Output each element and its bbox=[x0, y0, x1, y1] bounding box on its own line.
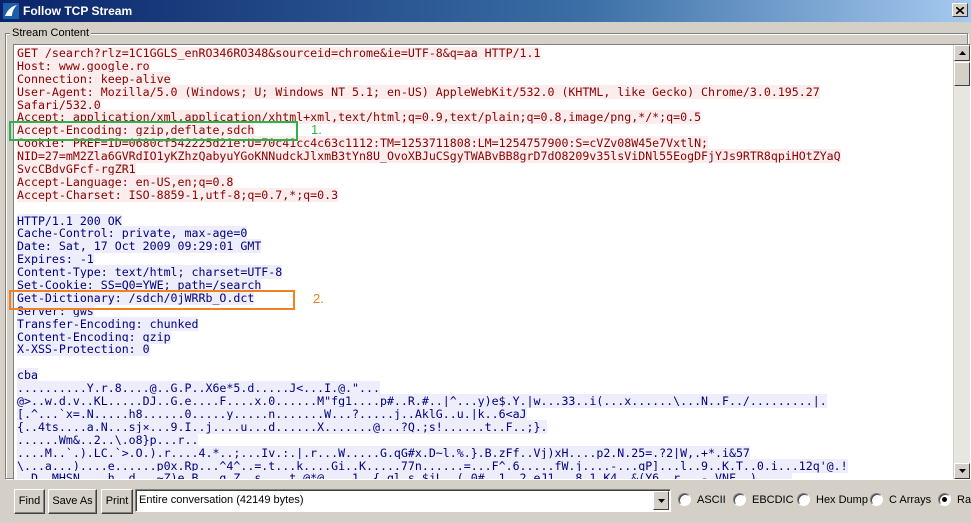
client-line: Host: www.google.ro bbox=[17, 58, 150, 73]
client-line: User-Agent: Mozilla/5.0 (Windows; U; Win… bbox=[17, 84, 820, 99]
conversation-select-value: Entire conversation (42149 bytes) bbox=[139, 494, 304, 506]
annotation-number-1: 1. bbox=[311, 122, 322, 137]
chevron-down-icon bbox=[657, 498, 665, 503]
server-line: ..D..MHSN....h..d...~Z)e.B...g.Z..s....t… bbox=[17, 471, 949, 479]
radio-circle[interactable] bbox=[797, 493, 810, 506]
client-line: NID=27=mM2Zla6GVRdIO1yKZhzQabyuYGoKNNudc… bbox=[17, 149, 841, 164]
radio-label: Hex Dump bbox=[816, 493, 868, 506]
scroll-thumb[interactable] bbox=[954, 62, 970, 86]
window-title: Follow TCP Stream bbox=[23, 4, 133, 18]
radio-c-arrays[interactable]: C Arrays bbox=[870, 493, 931, 506]
radio-circle[interactable] bbox=[733, 493, 746, 506]
client-line: SvcCBdvGFcf-rgZR1 bbox=[17, 162, 136, 177]
scroll-down-button[interactable] bbox=[954, 463, 970, 479]
arrow-up-icon bbox=[958, 51, 966, 55]
radio-circle[interactable] bbox=[870, 493, 883, 506]
close-button[interactable] bbox=[952, 3, 968, 17]
close-icon bbox=[956, 6, 964, 14]
stream-text-area[interactable]: GET /search?rlz=1C1GGLS_enRO346RO348&sou… bbox=[13, 44, 971, 480]
radio-hex-dump[interactable]: Hex Dump bbox=[797, 493, 868, 506]
radio-label: Raw bbox=[957, 493, 971, 506]
server-line: ......Wm&..2..\.o8}p...r.. bbox=[17, 432, 199, 447]
server-line: Content-Encoding: gzip bbox=[17, 329, 171, 344]
radio-label: EBCDIC bbox=[752, 493, 794, 506]
client-line: Accept-Charset: ISO-8859-1,utf-8;q=0.7,*… bbox=[17, 187, 339, 202]
server-line: [.^...`x=.N.....h8......0.....y.....n...… bbox=[17, 406, 527, 421]
group-label: Stream Content bbox=[10, 27, 92, 39]
server-line: ....M..`.).LC.`>.O.).r....4.*..;...Iv.:.… bbox=[17, 445, 750, 460]
server-line: {..4ts....a.N...sj×...9.I..j....u...d...… bbox=[17, 419, 548, 434]
stream-lines: GET /search?rlz=1C1GGLS_enRO346RO348&sou… bbox=[17, 47, 949, 479]
radio-label: C Arrays bbox=[889, 493, 932, 506]
server-line: Date: Sat, 17 Oct 2009 09:29:01 GMT bbox=[17, 239, 262, 254]
save-as-button[interactable]: Save As bbox=[48, 489, 97, 514]
radio-ascii[interactable]: ASCII bbox=[678, 493, 726, 506]
radio-ebcdic[interactable]: EBCDIC bbox=[733, 493, 794, 506]
server-line: @>..w.d.v..KL.....DJ..G.e....F....x.0...… bbox=[17, 394, 827, 409]
radio-label: ASCII bbox=[697, 493, 726, 506]
wireshark-fin-icon bbox=[3, 3, 19, 19]
annotation-number-2: 2. bbox=[313, 291, 324, 306]
radio-circle-selected[interactable] bbox=[938, 493, 951, 506]
server-line: Transfer-Encoding: chunked bbox=[17, 316, 199, 331]
annotation-box-get-dictionary bbox=[9, 290, 295, 310]
annotation-box-accept-encoding bbox=[9, 121, 298, 141]
print-button[interactable]: Print bbox=[101, 489, 133, 514]
arrow-down-icon bbox=[958, 469, 966, 473]
find-button[interactable]: Find bbox=[14, 489, 45, 514]
client-line: Accept-Language: en-US,en;q=0.8 bbox=[17, 174, 234, 189]
client-line: GET /search?rlz=1C1GGLS_enRO346RO348&sou… bbox=[17, 47, 541, 60]
radio-circle[interactable] bbox=[678, 493, 691, 506]
radio-raw[interactable]: Raw bbox=[938, 493, 971, 506]
vertical-scrollbar[interactable] bbox=[953, 45, 970, 479]
client-line: Connection: keep-alive bbox=[17, 71, 171, 86]
server-line: X-XSS-Protection: 0 bbox=[17, 342, 150, 357]
scroll-up-button[interactable] bbox=[954, 45, 970, 61]
conversation-select[interactable]: Entire conversation (42149 bytes) bbox=[135, 489, 671, 512]
dropdown-button[interactable] bbox=[653, 491, 669, 510]
title-bar: Follow TCP Stream bbox=[0, 0, 971, 22]
